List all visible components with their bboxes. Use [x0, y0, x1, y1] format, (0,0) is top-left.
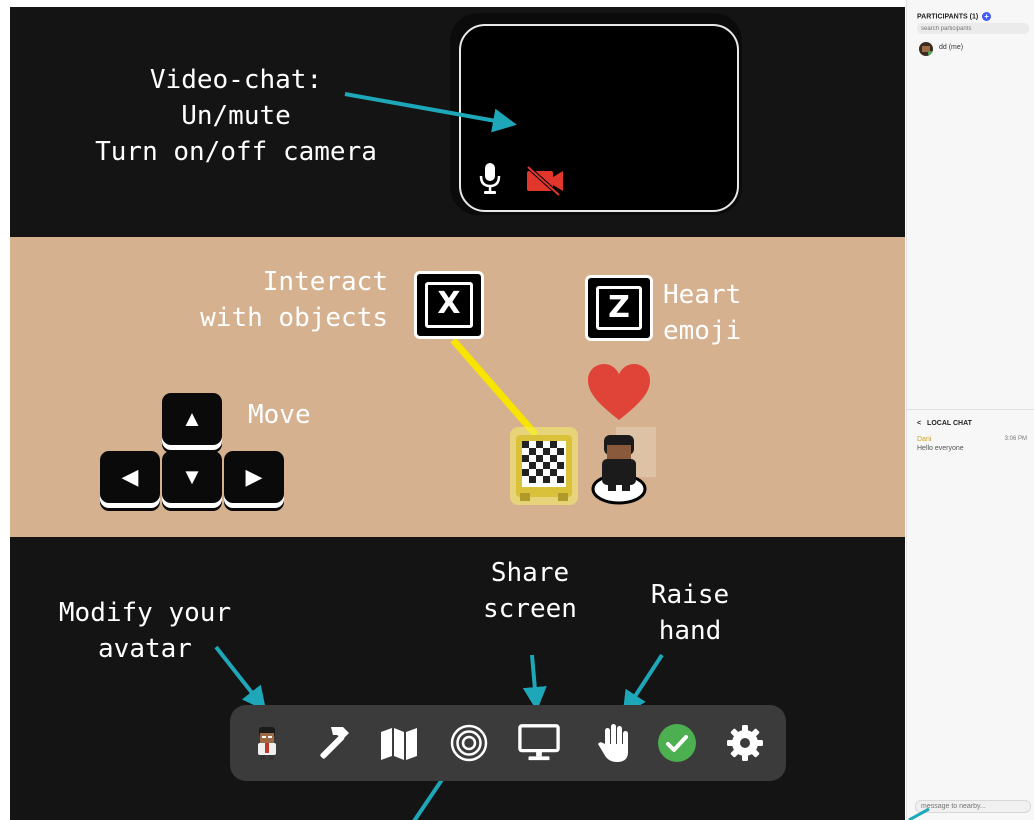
player-avatar — [586, 427, 656, 510]
annotation-line: Heart — [663, 280, 742, 310]
annotation-line: Share — [490, 558, 570, 588]
map-icon[interactable] — [378, 722, 420, 764]
chat-sender: Dani — [917, 436, 932, 443]
hammer-icon[interactable] — [312, 722, 354, 764]
annotation-line: avatar — [98, 634, 192, 664]
target-icon[interactable] — [448, 722, 490, 764]
chat-text: Hello everyone — [917, 445, 964, 452]
add-participant-icon[interactable]: + — [982, 12, 992, 21]
arrow-down-key: ▼ — [162, 451, 222, 503]
key-z: Z — [585, 275, 653, 341]
chat-timestamp: 3:06 PM — [1004, 436, 1027, 442]
key-z-label: Z — [596, 286, 642, 330]
participants-header: PARTICIPANTS (1) + — [917, 12, 1031, 21]
toolbar — [230, 705, 786, 781]
key-x-label: X — [425, 282, 473, 328]
participants-header-label: PARTICIPANTS (1) — [917, 13, 979, 21]
participant-item[interactable]: dd (me) — [919, 41, 1029, 57]
participant-avatar-icon — [919, 42, 933, 56]
arrow-right-key: ▶ — [224, 451, 284, 503]
check-icon[interactable] — [656, 722, 698, 764]
heart-icon — [586, 362, 652, 427]
annotation-line: Modify your — [58, 598, 232, 628]
participant-name: dd (me) — [939, 44, 964, 51]
interact-annotation: Interact with objects — [188, 264, 388, 336]
annotation-arrows — [214, 92, 664, 820]
arrow-left-key: ◀ — [100, 451, 160, 503]
avatar-icon[interactable] — [246, 722, 288, 764]
chessboard-object[interactable] — [508, 425, 580, 512]
chevron-left-icon[interactable]: < — [917, 420, 921, 427]
move-annotation: Move — [248, 400, 311, 430]
annotation-line: with objects — [200, 303, 388, 333]
annotation-line: Raise — [650, 580, 730, 610]
key-x: X — [414, 271, 484, 339]
search-participants-input[interactable] — [917, 23, 1029, 34]
arrow-up-key: ▲ — [162, 393, 222, 445]
gear-icon[interactable] — [724, 722, 766, 764]
sidebar-divider — [907, 409, 1034, 410]
local-chat-header[interactable]: < LOCAL CHAT — [917, 420, 972, 427]
local-chat-header-label: LOCAL CHAT — [927, 420, 972, 427]
hand-icon[interactable] — [594, 722, 636, 764]
annotation-line: screen — [483, 594, 577, 624]
annotation-line: hand — [658, 616, 722, 646]
share-screen-annotation: Share screen — [470, 555, 590, 627]
heart-annotation: Heart emoji — [663, 277, 763, 349]
annotation-line: emoji — [663, 316, 742, 346]
sidebar: PARTICIPANTS (1) + dd (me) < LOCAL CHAT … — [906, 0, 1034, 820]
raise-hand-annotation: Raise hand — [630, 577, 750, 649]
message-input-arrow — [908, 807, 930, 820]
modify-avatar-annotation: Modify your avatar — [50, 595, 240, 667]
annotation-line: Interact — [262, 267, 388, 297]
game-viewport[interactable]: Video-chat: Un/mute Turn on/off camera I… — [10, 7, 905, 820]
monitor-icon[interactable] — [518, 722, 560, 764]
